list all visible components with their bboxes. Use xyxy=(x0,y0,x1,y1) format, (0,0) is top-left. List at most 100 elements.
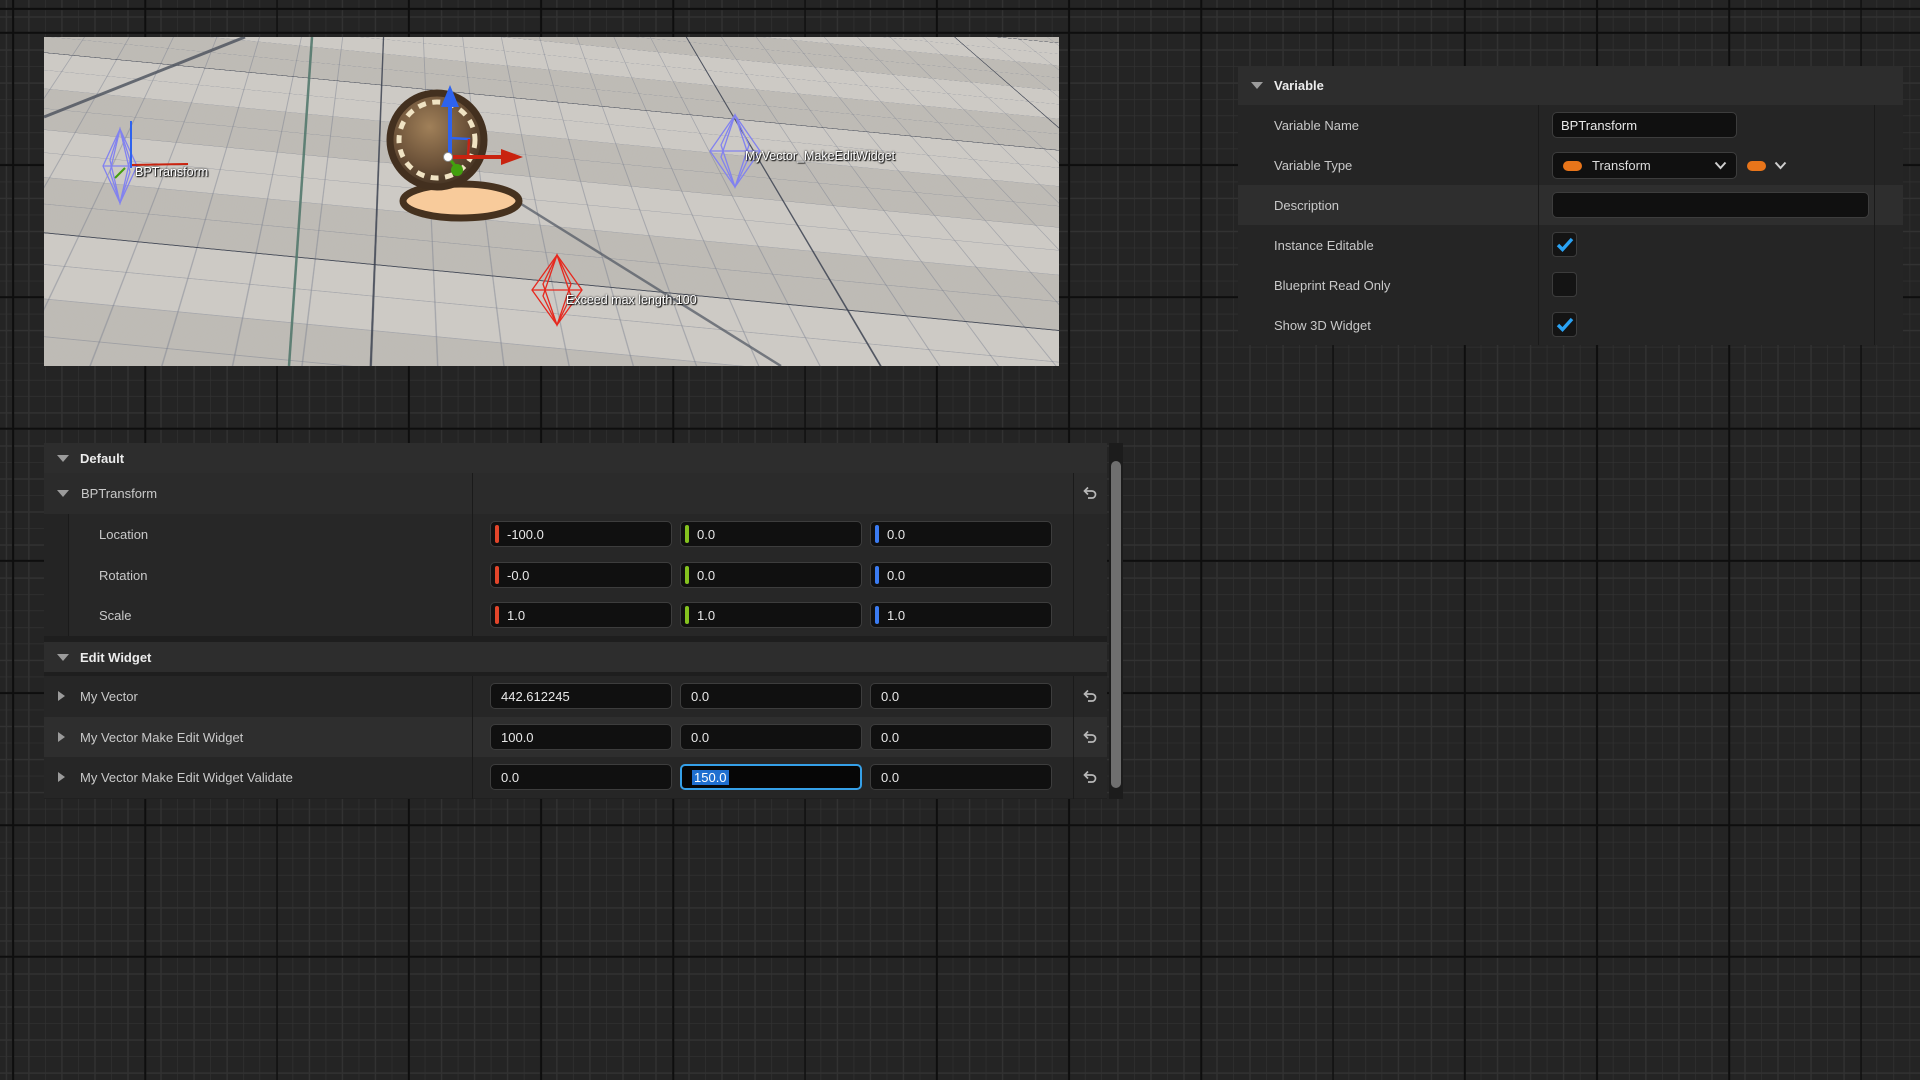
row-label: My Vector Make Edit Widget Validate xyxy=(80,757,293,798)
indent-strip xyxy=(44,514,69,555)
mvmewv-x-input[interactable]: 0.0 xyxy=(490,764,672,790)
mvmew-y-input[interactable]: 0.0 xyxy=(680,724,862,750)
row-label: Location xyxy=(99,514,148,555)
reset-to-default-button[interactable] xyxy=(1078,726,1100,748)
column-divider xyxy=(1073,676,1074,799)
edit-widget-section-header[interactable]: Edit Widget xyxy=(44,642,1107,672)
rotation-x-input[interactable]: -0.0 xyxy=(490,562,672,588)
description-input[interactable] xyxy=(1552,192,1869,218)
row-label: Variable Name xyxy=(1274,105,1359,145)
column-divider xyxy=(472,473,473,636)
container-type-dropdown[interactable] xyxy=(1747,152,1787,179)
chevron-down-icon xyxy=(1774,161,1787,170)
row-label: BPTransform xyxy=(81,473,157,514)
variable-name-row: Variable Name BPTransform xyxy=(1238,105,1903,146)
variable-section-header[interactable]: Variable xyxy=(1238,66,1903,105)
expand-arrow-icon[interactable] xyxy=(58,732,65,742)
default-section-header[interactable]: Default xyxy=(44,443,1107,473)
collapse-arrow-icon[interactable] xyxy=(57,654,69,661)
variable-details-panel: Variable Variable Name BPTransform Varia… xyxy=(1238,66,1903,345)
row-label: Rotation xyxy=(99,555,147,595)
rotation-row: Rotation -0.0 0.0 0.0 xyxy=(44,555,1107,596)
blueprint-read-only-checkbox[interactable] xyxy=(1552,272,1577,297)
collapse-arrow-icon[interactable] xyxy=(57,455,69,462)
chevron-down-icon xyxy=(1714,161,1727,170)
column-divider xyxy=(1073,473,1074,636)
column-divider xyxy=(472,676,473,799)
my-vector-x-input[interactable]: 442.612245 xyxy=(490,683,672,709)
reset-arrow-icon xyxy=(1081,770,1098,785)
bptransform-group-row[interactable]: BPTransform xyxy=(44,473,1107,515)
viewport-scene xyxy=(44,37,1059,366)
scale-y-input[interactable]: 1.0 xyxy=(680,602,862,628)
selected-text: 150.0 xyxy=(692,770,729,785)
3d-preview-viewport[interactable]: BPTransform MyVector_MakeEditWidget Exce… xyxy=(44,37,1059,366)
section-title: Variable xyxy=(1274,78,1324,93)
row-label: Description xyxy=(1274,185,1339,225)
section-title: Edit Widget xyxy=(80,650,151,665)
mvmew-z-input[interactable]: 0.0 xyxy=(870,724,1052,750)
grid-major-line xyxy=(44,37,245,117)
transform-pin-icon xyxy=(1563,161,1582,171)
blueprint-read-only-row: Blueprint Read Only xyxy=(1238,265,1903,306)
collapse-arrow-icon[interactable] xyxy=(1251,82,1263,89)
collapse-arrow-icon[interactable] xyxy=(57,490,69,497)
section-title: Default xyxy=(80,451,124,466)
variable-name-input[interactable]: BPTransform xyxy=(1552,112,1737,138)
reset-arrow-icon xyxy=(1081,689,1098,704)
reset-arrow-icon xyxy=(1081,730,1098,745)
variable-type-dropdown[interactable]: Transform xyxy=(1552,152,1737,179)
description-row: Description xyxy=(1238,185,1903,226)
checkmark-icon xyxy=(1556,237,1574,252)
row-label: Instance Editable xyxy=(1274,225,1374,265)
instance-editable-row: Instance Editable xyxy=(1238,225,1903,266)
scale-z-input[interactable]: 1.0 xyxy=(870,602,1052,628)
class-defaults-panel: Default BPTransform Location -100.0 0.0 … xyxy=(44,443,1107,799)
reset-to-default-button[interactable] xyxy=(1078,482,1100,504)
location-row: Location -100.0 0.0 0.0 xyxy=(44,514,1107,556)
indent-strip xyxy=(44,555,69,595)
location-z-input[interactable]: 0.0 xyxy=(870,521,1052,547)
rotation-y-input[interactable]: 0.0 xyxy=(680,562,862,588)
row-label: Blueprint Read Only xyxy=(1274,265,1390,305)
actor-label: BPTransform xyxy=(135,165,208,179)
checkmark-icon xyxy=(1556,317,1574,332)
column-divider xyxy=(1874,105,1875,345)
my-vector-z-input[interactable]: 0.0 xyxy=(870,683,1052,709)
my-vector-make-edit-widget-validate-row: My Vector Make Edit Widget Validate 0.0 … xyxy=(44,757,1107,798)
my-vector-y-input[interactable]: 0.0 xyxy=(680,683,862,709)
expand-arrow-icon[interactable] xyxy=(58,772,65,782)
expand-arrow-icon[interactable] xyxy=(58,691,65,701)
grid-axis-line-teal xyxy=(289,37,312,366)
row-label: Scale xyxy=(99,595,132,636)
scrollbar-thumb[interactable] xyxy=(1111,461,1121,788)
location-x-input[interactable]: -100.0 xyxy=(490,521,672,547)
row-label: My Vector Make Edit Widget xyxy=(80,717,243,757)
details-scrollbar[interactable] xyxy=(1109,443,1123,799)
location-y-input[interactable]: 0.0 xyxy=(680,521,862,547)
column-divider xyxy=(1538,105,1539,345)
mvmewv-z-input[interactable]: 0.0 xyxy=(870,764,1052,790)
reset-arrow-icon xyxy=(1081,486,1098,501)
variable-type-row: Variable Type Transform xyxy=(1238,145,1903,186)
grid-major-line xyxy=(510,197,781,366)
blueprint-editor: BPTransform MyVector_MakeEditWidget Exce… xyxy=(0,0,1920,1080)
actor-label: MyVector_MakeEditWidget xyxy=(745,149,895,163)
mvmewv-y-input-focused[interactable]: 150.0 xyxy=(680,764,862,790)
actor-label: Exceed max length:100 xyxy=(566,293,697,307)
instance-editable-checkbox[interactable] xyxy=(1552,232,1577,257)
container-type-pin-icon xyxy=(1747,161,1766,171)
mvmew-x-input[interactable]: 100.0 xyxy=(490,724,672,750)
row-label: My Vector xyxy=(80,676,138,717)
scale-row: Scale 1.0 1.0 1.0 xyxy=(44,595,1107,637)
indent-strip xyxy=(44,595,69,636)
reset-to-default-button[interactable] xyxy=(1078,685,1100,707)
reset-to-default-button[interactable] xyxy=(1078,766,1100,788)
row-label: Show 3D Widget xyxy=(1274,305,1371,345)
show-3d-widget-checkbox[interactable] xyxy=(1552,312,1577,337)
actor-exceed-widget[interactable] xyxy=(532,255,582,325)
rotation-z-input[interactable]: 0.0 xyxy=(870,562,1052,588)
scale-x-input[interactable]: 1.0 xyxy=(490,602,672,628)
my-vector-make-edit-widget-row: My Vector Make Edit Widget 100.0 0.0 0.0 xyxy=(44,717,1107,758)
my-vector-row: My Vector 442.612245 0.0 0.0 xyxy=(44,676,1107,718)
